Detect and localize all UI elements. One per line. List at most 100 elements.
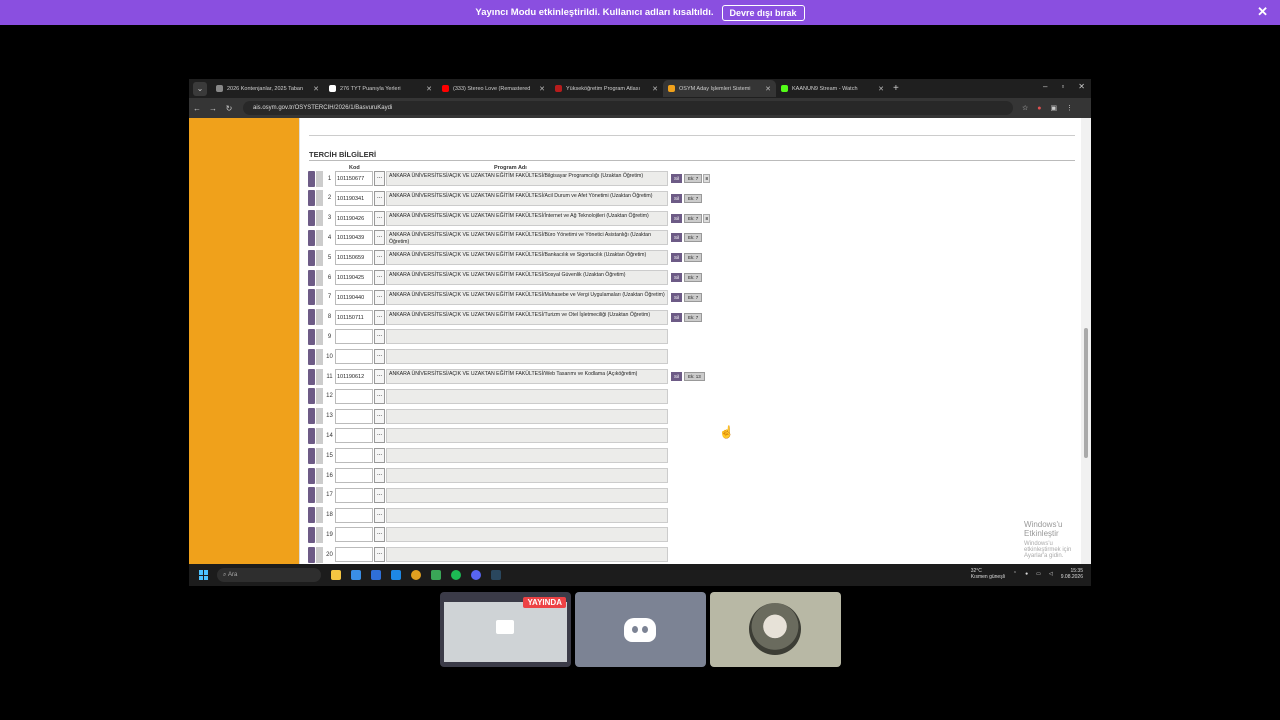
delete-button[interactable]: Sil — [671, 372, 682, 381]
condition-badge[interactable]: Ek: 7 — [684, 273, 703, 282]
search-program-button[interactable]: ... — [374, 250, 385, 266]
move-icon[interactable] — [316, 507, 323, 524]
clock[interactable]: 15:35 9.08.2026 — [1061, 568, 1083, 580]
minimize-icon[interactable]: – — [1043, 82, 1047, 91]
program-code-input[interactable] — [335, 468, 373, 483]
drag-handle-icon[interactable] — [308, 210, 315, 227]
condition-badge[interactable]: Ek: 13 — [684, 372, 705, 381]
tab-close-icon[interactable]: ✕ — [765, 85, 771, 93]
delete-button[interactable]: Sil — [671, 213, 682, 223]
drag-handle-icon[interactable] — [308, 487, 315, 504]
drag-handle-icon[interactable] — [308, 170, 315, 187]
move-icon[interactable] — [316, 348, 323, 365]
drag-handle-icon[interactable] — [308, 348, 315, 365]
condition-badge[interactable]: Ek: 7 — [684, 193, 703, 203]
program-code-input[interactable] — [335, 527, 373, 543]
search-program-button[interactable]: ... — [374, 190, 385, 206]
move-icon[interactable] — [316, 269, 323, 286]
disable-streamer-mode-button[interactable]: Devre dışı bırak — [721, 4, 805, 21]
move-icon[interactable] — [316, 229, 323, 246]
reload-icon[interactable]: ↻ — [221, 104, 237, 113]
chrome-icon[interactable] — [411, 570, 421, 580]
network-icon[interactable]: ▭ — [1036, 571, 1041, 577]
window-close-icon[interactable]: ✕ — [1078, 82, 1085, 91]
move-icon[interactable] — [316, 170, 323, 187]
condition-badge[interactable]: Ek: 7 — [684, 174, 703, 183]
drag-handle-icon[interactable] — [308, 467, 315, 484]
tab-close-icon[interactable]: ✕ — [539, 85, 545, 93]
delete-button[interactable]: Sil — [671, 233, 682, 243]
program-code-input[interactable] — [335, 487, 373, 503]
search-program-button[interactable]: ... — [374, 309, 385, 325]
program-code-input[interactable]: 101190426 — [335, 210, 373, 226]
program-code-input[interactable]: 101150677 — [335, 171, 373, 186]
delete-button[interactable]: Sil — [671, 292, 682, 302]
move-icon[interactable] — [316, 328, 323, 345]
file-explorer-icon[interactable] — [331, 570, 341, 580]
volume-icon[interactable]: ◁ — [1049, 571, 1053, 577]
url-field[interactable]: ais.osym.gov.tr/OSYSTERCIH/2026/1/Basvur… — [243, 101, 1013, 115]
move-icon[interactable] — [316, 467, 323, 484]
taskbar-search[interactable]: ⌕ Ara — [217, 568, 321, 582]
mic-icon[interactable]: ● — [1025, 571, 1028, 577]
move-icon[interactable] — [316, 546, 323, 563]
drag-handle-icon[interactable] — [308, 408, 315, 425]
move-icon[interactable] — [316, 249, 323, 266]
drag-handle-icon[interactable] — [308, 309, 315, 326]
search-program-button[interactable]: ... — [374, 428, 385, 444]
extension-icon[interactable]: ● — [1037, 105, 1041, 112]
delete-button[interactable]: Sil — [671, 253, 682, 263]
search-program-button[interactable]: ... — [374, 349, 385, 365]
move-icon[interactable] — [316, 487, 323, 504]
search-program-button[interactable]: ... — [374, 230, 385, 246]
drag-handle-icon[interactable] — [308, 249, 315, 266]
search-program-button[interactable]: ... — [374, 448, 385, 464]
tab-close-icon[interactable]: ✕ — [878, 85, 884, 93]
search-program-button[interactable]: ... — [374, 547, 385, 563]
app-icon[interactable] — [431, 570, 441, 580]
extensions-puzzle-icon[interactable]: ▣ — [1051, 104, 1058, 112]
program-code-input[interactable] — [335, 349, 373, 365]
program-code-input[interactable]: 101190612 — [335, 369, 373, 384]
search-program-button[interactable]: ... — [374, 468, 385, 483]
condition-badge-extra[interactable]: 8 — [703, 174, 711, 183]
steam-icon[interactable] — [491, 570, 501, 580]
drag-handle-icon[interactable] — [308, 229, 315, 246]
delete-button[interactable]: Sil — [671, 273, 682, 282]
program-code-input[interactable] — [335, 408, 373, 424]
drag-handle-icon[interactable] — [308, 526, 315, 543]
drag-handle-icon[interactable] — [308, 427, 315, 444]
browser-tab[interactable]: ÖSYM Aday İşlemleri Sistemi ✕ — [663, 80, 776, 97]
program-code-input[interactable]: 101190341 — [335, 190, 373, 206]
program-code-input[interactable] — [335, 329, 373, 345]
browser-tab[interactable]: Yükseköğretim Program Atlası ✕ — [550, 80, 663, 97]
tab-close-icon[interactable]: ✕ — [652, 85, 658, 93]
search-program-button[interactable]: ... — [374, 527, 385, 543]
search-program-button[interactable]: ... — [374, 369, 385, 384]
move-icon[interactable] — [316, 526, 323, 543]
search-program-button[interactable]: ... — [374, 289, 385, 305]
maximize-icon[interactable]: ▫ — [1061, 82, 1064, 91]
start-icon[interactable] — [199, 570, 209, 580]
tab-search-icon[interactable]: ⌄ — [193, 81, 207, 96]
spotify-icon[interactable] — [451, 570, 461, 580]
new-tab-icon[interactable]: + — [893, 83, 899, 94]
drag-handle-icon[interactable] — [308, 269, 315, 286]
search-program-button[interactable]: ... — [374, 487, 385, 503]
drag-handle-icon[interactable] — [308, 328, 315, 345]
condition-badge[interactable]: Ek: 7 — [684, 213, 703, 223]
search-program-button[interactable]: ... — [374, 329, 385, 345]
condition-badge[interactable]: Ek: 7 — [684, 233, 703, 243]
bookmark-star-icon[interactable]: ☆ — [1022, 104, 1028, 112]
program-code-input[interactable]: 101190425 — [335, 270, 373, 285]
search-program-button[interactable]: ... — [374, 507, 385, 523]
drag-handle-icon[interactable] — [308, 388, 315, 405]
stream-preview-tile[interactable]: YAYINDA — [440, 592, 571, 667]
program-code-input[interactable]: 101150711 — [335, 309, 373, 325]
tab-close-icon[interactable]: ✕ — [426, 85, 432, 93]
move-icon[interactable] — [316, 447, 323, 464]
delete-button[interactable]: Sil — [671, 193, 682, 203]
move-icon[interactable] — [316, 427, 323, 444]
back-icon[interactable]: ← — [189, 104, 205, 113]
condition-badge[interactable]: Ek: 7 — [684, 292, 703, 302]
